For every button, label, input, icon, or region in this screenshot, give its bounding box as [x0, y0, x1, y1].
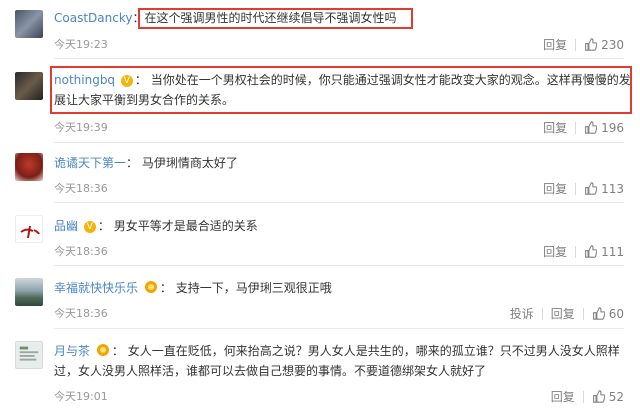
like-count: 230 [601, 37, 624, 52]
comment-item: 诡谲天下第一： 马伊琍情商太好了 今天18:36 回复 113 [0, 145, 640, 203]
comment-item: nothingbq V： 当你处在一个男权社会的时候，你只能通过强调女性才能改变… [0, 62, 640, 145]
comment-time: 今天18:36 [54, 245, 108, 258]
divider [54, 58, 624, 59]
highlight-box [50, 66, 632, 114]
like-count: 111 [601, 244, 624, 259]
comment-item: CoastDancky：在这个强调男性的时代还继续倡导不强调女性吗 今天19:2… [0, 0, 640, 62]
verified-badge-icon: V [83, 221, 96, 233]
comment-text-line2: 过，女人没男人照样活，谁都可以去做自己想要的事情。不要道德绑架女人就好了 [54, 364, 487, 378]
comment-time: 今天18:36 [54, 182, 108, 195]
avatar[interactable] [15, 278, 43, 306]
avatar[interactable] [15, 72, 43, 100]
avatar[interactable] [15, 341, 43, 369]
like-button[interactable]: 113 [576, 182, 624, 196]
avatar[interactable] [15, 10, 43, 38]
comment-time: 今天19:01 [54, 390, 108, 403]
comment-item: 幸福就快快乐乐 ： 支持一下，马伊琍三观很正哦 今天18:36 投诉 回复 60 [0, 266, 640, 329]
reply-button[interactable]: 回复 [535, 119, 575, 136]
thumbs-up-icon [592, 307, 605, 320]
thumbs-up-icon [585, 245, 598, 258]
comment-text: 女人一直在贬低，何来抬高之说？男人女人是共生的，哪来的孤立谁？只不过男人没女人照… [127, 344, 620, 358]
report-button[interactable]: 投诉 [502, 305, 542, 322]
reply-button[interactable]: 回复 [535, 36, 575, 53]
like-count: 196 [601, 120, 624, 135]
member-crown-icon [96, 344, 109, 356]
comment-text: 男女平等才是最合适的关系 [113, 219, 258, 233]
comment-feed: CoastDancky：在这个强调男性的时代还继续倡导不强调女性吗 今天19:2… [0, 0, 640, 413]
reply-button[interactable]: 回复 [535, 180, 575, 197]
username[interactable]: 月与茶 [54, 344, 90, 358]
avatar-image-icon [19, 346, 39, 361]
divider [54, 142, 624, 143]
like-count: 60 [608, 306, 624, 321]
comment-text: 支持一下，马伊琍三观很正哦 [175, 281, 332, 295]
comment-item: 品幽 V： 男女平等才是最合适的关系 今天18:36 回复 111 [0, 203, 640, 266]
highlight-box [138, 8, 413, 29]
thumbs-up-icon [585, 121, 598, 134]
like-button[interactable]: 52 [584, 390, 624, 404]
username[interactable]: 幸福就快快乐乐 [54, 281, 138, 295]
reply-button[interactable]: 回复 [543, 388, 583, 405]
like-button[interactable]: 111 [576, 245, 624, 259]
username[interactable]: CoastDancky [54, 11, 132, 25]
thumbs-up-icon [592, 390, 605, 403]
like-button[interactable]: 196 [576, 121, 624, 135]
username[interactable]: 诡谲天下第一 [54, 156, 126, 170]
comment-item: 月与茶 ： 女人一直在贬低，何来抬高之说？男人女人是共生的，哪来的孤立谁？只不过… [0, 329, 640, 413]
reply-button[interactable]: 回复 [535, 243, 575, 260]
like-button[interactable]: 230 [576, 38, 624, 52]
thumbs-up-icon [585, 182, 598, 195]
thumbs-up-icon [585, 38, 598, 51]
like-button[interactable]: 60 [584, 307, 624, 321]
comment-time: 今天19:23 [54, 38, 108, 51]
username[interactable]: 品幽 [54, 219, 78, 233]
reply-button[interactable]: 回复 [543, 305, 583, 322]
comment-text: 马伊琍情商太好了 [141, 156, 238, 170]
like-count: 113 [601, 181, 624, 196]
comment-time: 今天19:39 [54, 121, 108, 134]
like-count: 52 [608, 389, 624, 404]
avatar[interactable] [15, 153, 43, 181]
comment-time: 今天18:36 [54, 307, 108, 320]
avatar-logo-icon [20, 225, 40, 239]
member-crown-icon [144, 281, 157, 293]
avatar[interactable] [15, 215, 43, 243]
